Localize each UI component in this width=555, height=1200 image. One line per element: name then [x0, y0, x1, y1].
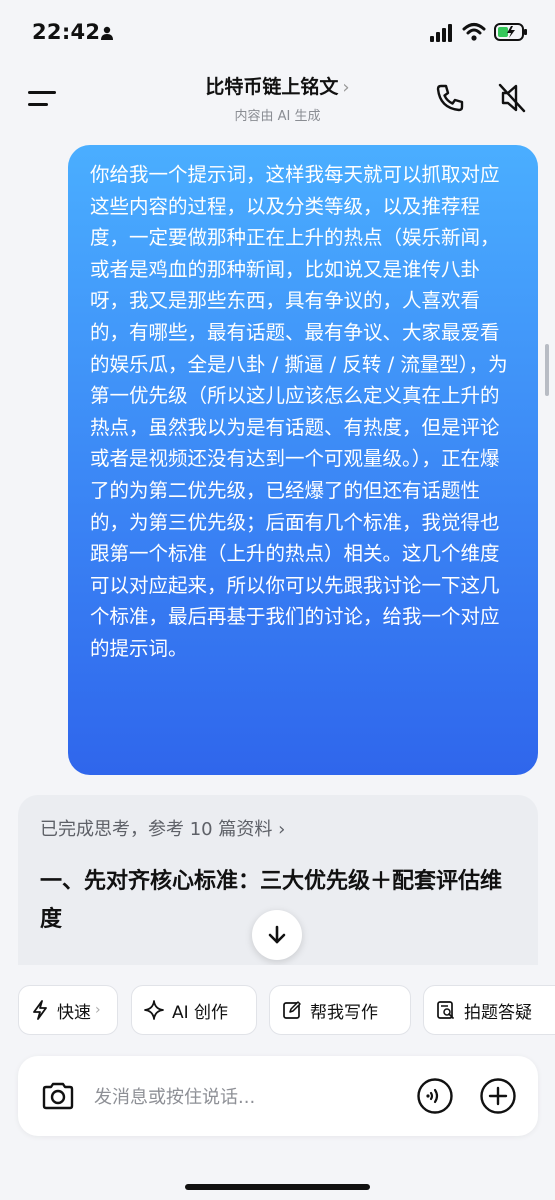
signal-icon	[430, 24, 452, 42]
bottom-panel: 快速 › AI 创作 帮我写作 拍题答疑	[0, 965, 555, 1200]
photo-question-label: 拍题答疑	[464, 1002, 532, 1023]
plus-icon[interactable]	[479, 1077, 517, 1115]
title-area[interactable]: 比特币链上铭文 › 内容由 AI 生成	[0, 72, 555, 124]
photo-question-chip[interactable]: 拍题答疑	[423, 985, 555, 1035]
arrow-down-icon	[268, 925, 286, 944]
scrollbar[interactable]	[545, 344, 549, 396]
status-time: 22:42	[32, 20, 101, 44]
quick-mode-chip[interactable]: 快速 ›	[18, 985, 118, 1035]
edit-icon	[283, 1001, 301, 1019]
speaker-muted-icon[interactable]	[497, 82, 527, 114]
chevron-right-icon: ›	[342, 77, 350, 98]
help-write-label: 帮我写作	[310, 1002, 378, 1023]
message-input-bar	[18, 1056, 538, 1136]
chip-chevron-icon: ›	[95, 1002, 101, 1018]
quick-mode-label: 快速	[57, 1002, 91, 1023]
scan-question-icon	[437, 1001, 454, 1019]
quick-actions-bar: 快速 › AI 创作 帮我写作 拍题答疑	[18, 985, 555, 1037]
wifi-icon	[462, 23, 486, 41]
scroll-to-bottom-button[interactable]	[252, 910, 302, 960]
status-bar: 22:42	[0, 0, 555, 62]
chat-subtitle: 内容由 AI 生成	[234, 109, 321, 124]
sparkle-icon	[144, 1000, 164, 1020]
help-write-chip[interactable]: 帮我写作	[269, 985, 411, 1035]
voice-input-icon[interactable]	[416, 1077, 454, 1115]
phone-icon[interactable]	[434, 82, 466, 114]
battery-icon	[494, 23, 527, 41]
message-input[interactable]	[92, 1076, 396, 1118]
camera-icon[interactable]	[40, 1078, 76, 1114]
ai-create-chip[interactable]: AI 创作	[131, 985, 257, 1035]
thinking-status-link[interactable]: 已完成思考，参考 10 篇资料 ›	[40, 815, 285, 841]
lightning-icon	[33, 1000, 47, 1020]
ai-create-label: AI 创作	[172, 1002, 229, 1023]
user-message-bubble: 你给我一个提示词，这样我每天就可以抓取对应这些内容的过程，以及分类等级，以及推荐…	[68, 145, 538, 775]
chat-title[interactable]: 比特币链上铭文	[205, 76, 338, 98]
home-indicator	[185, 1184, 370, 1190]
chat-header: 比特币链上铭文 › 内容由 AI 生成	[0, 62, 555, 138]
person-icon	[101, 26, 113, 40]
